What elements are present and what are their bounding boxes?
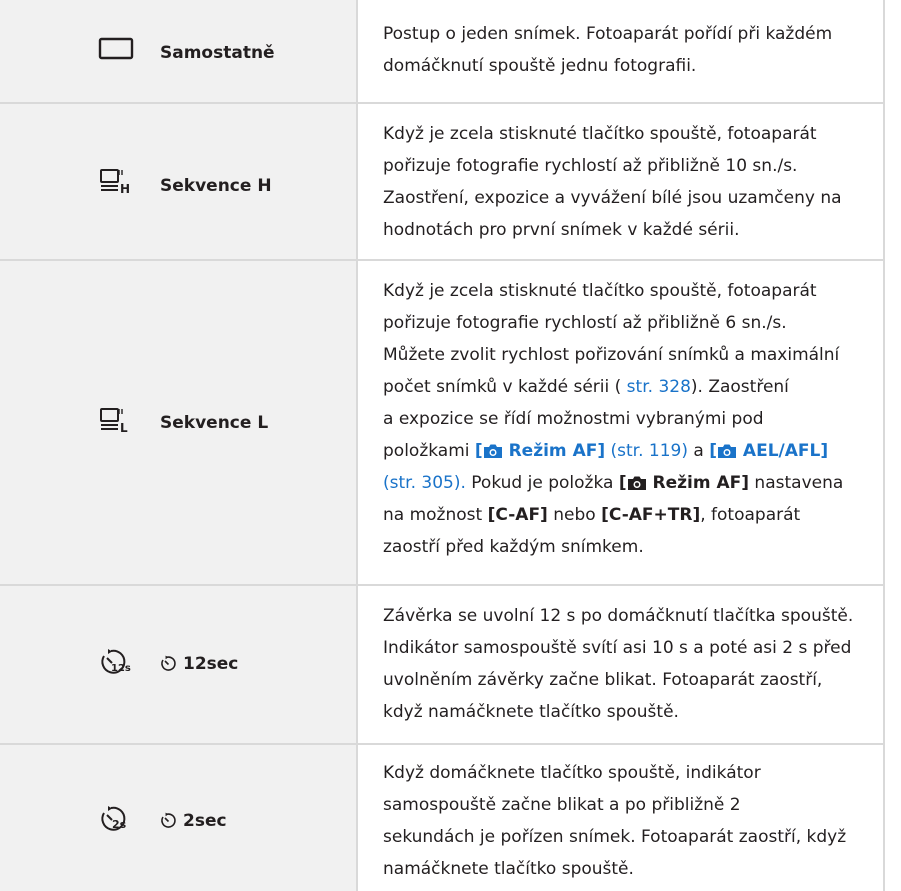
- description-line: pořizuje fotografie rychlostí až přibliž…: [383, 313, 787, 333]
- menu-label: Režim AF]: [502, 441, 606, 461]
- sequential-high-icon: H: [100, 169, 130, 196]
- camera-icon: [627, 476, 646, 490]
- text-segment: ). Zaostření: [690, 377, 789, 397]
- description-line: na možnost [C-AF] nebo [C-AF+TR], fotoap…: [383, 499, 878, 531]
- description-line: (str. 305). Pokud je položka [ Režim AF]…: [383, 467, 878, 499]
- description-line: Závěrka se uvolní 12 s po domáčknutí tla…: [383, 606, 854, 626]
- text-segment: nastavena: [749, 473, 844, 493]
- menu-label: AEL/AFL]: [737, 441, 829, 461]
- description-line: Když je zcela stisknuté tlačítko spouště…: [383, 124, 817, 144]
- single-frame-icon: [98, 37, 134, 60]
- text-segment: na možnost: [383, 505, 488, 525]
- table-edge: [883, 745, 885, 891]
- table-row: H Sekvence H Když je zcela stisknuté tla…: [0, 104, 885, 260]
- description-line: Když je zcela stisknuté tlačítko spouště…: [383, 281, 817, 301]
- column-divider: [356, 586, 358, 744]
- description-line: zaostří před každým snímkem.: [383, 537, 644, 557]
- menu-ref-af-mode: [ Režim AF]: [619, 473, 749, 493]
- table-row: 12s 12sec Závěrka se uvolní 12 s po domá…: [0, 586, 885, 744]
- table-edge: [883, 0, 885, 103]
- menu-ref-af-mode[interactable]: [ Režim AF]: [475, 441, 605, 461]
- description-line: Postup o jeden snímek. Fotoaparát pořídí…: [383, 24, 833, 44]
- column-divider: [356, 104, 358, 260]
- mode-name: 2sec: [160, 811, 227, 831]
- bracket: [: [709, 441, 717, 461]
- description-line: Indikátor samospouště svítí asi 10 s a p…: [383, 638, 852, 658]
- self-timer-2s-icon: 2s: [101, 806, 127, 831]
- text-segment: počet snímků v každé sérii (: [383, 377, 622, 397]
- sequential-low-icon: L: [100, 408, 128, 435]
- mode-name: Sekvence H: [160, 176, 272, 196]
- page-link[interactable]: str. 328: [621, 377, 691, 397]
- table-edge: [883, 104, 885, 260]
- description-line: Zaostření, expozice a vyvážení bílé jsou…: [383, 188, 842, 208]
- mode-description: Postup o jeden snímek. Fotoaparát pořídí…: [383, 18, 878, 82]
- description-line: Můžete zvolit rychlost pořizování snímků…: [383, 345, 840, 365]
- bracket: [: [618, 473, 627, 493]
- table-edge: [883, 261, 885, 585]
- camera-icon: [483, 444, 502, 458]
- description-line: když namáčknete tlačítko spouště.: [383, 702, 679, 722]
- description-line: samospouště začne blikat a po přibližně …: [383, 795, 741, 815]
- description-line: Když domáčknete tlačítko spouště, indiká…: [383, 763, 761, 783]
- option-label: [C-AF]: [487, 505, 548, 525]
- table-row: L Sekvence L Když je zcela stisknuté tla…: [0, 261, 885, 585]
- svg-text:H: H: [120, 182, 130, 196]
- description-line: domáčknutí spouště jednu fotografii.: [383, 56, 697, 76]
- mode-name-label: 2sec: [183, 811, 227, 831]
- page-link[interactable]: (str. 305).: [383, 473, 466, 493]
- column-divider: [356, 745, 358, 891]
- self-timer-icon: [161, 812, 176, 828]
- mode-name: Sekvence L: [160, 413, 269, 433]
- self-timer-icon: [161, 655, 176, 671]
- mode-description: Když je zcela stisknuté tlačítko spouště…: [383, 275, 878, 563]
- table-edge: [883, 586, 885, 744]
- description-line: počet snímků v každé sérii ( str. 328). …: [383, 371, 878, 403]
- description-line: pořizuje fotografie rychlostí až přibliž…: [383, 156, 798, 176]
- self-timer-12s-icon: 12s: [101, 649, 131, 674]
- text-segment: , fotoaparát: [700, 505, 801, 525]
- mode-description: Když je zcela stisknuté tlačítko spouště…: [383, 118, 878, 246]
- bracket: [: [474, 441, 483, 461]
- description-line: namáčknete tlačítko spouště.: [383, 859, 634, 879]
- mode-description: Když domáčknete tlačítko spouště, indiká…: [383, 757, 878, 885]
- svg-text:2s: 2s: [112, 818, 127, 831]
- table-row: Samostatně Postup o jeden snímek. Fotoap…: [0, 0, 885, 103]
- page-link[interactable]: (str. 119): [605, 441, 688, 461]
- column-divider: [356, 261, 358, 585]
- mode-name-label: 12sec: [183, 654, 239, 674]
- description-line: a expozice se řídí možnostmi vybranými p…: [383, 409, 764, 429]
- camera-icon: [718, 444, 736, 458]
- description-line: položkami [ Režim AF] (str. 119) a [ AEL…: [383, 435, 878, 467]
- column-divider: [356, 0, 358, 103]
- mode-description: Závěrka se uvolní 12 s po domáčknutí tla…: [383, 600, 878, 728]
- description-line: sekundách je pořízen snímek. Fotoaparát …: [383, 827, 847, 847]
- description-line: uvolněním závěrky začne blikat. Fotoapar…: [383, 670, 823, 690]
- text-segment: Pokud je položka: [465, 473, 619, 493]
- text-segment: a: [687, 441, 710, 461]
- menu-label: Režim AF]: [646, 473, 750, 493]
- mode-name: 12sec: [160, 654, 238, 674]
- svg-text:12s: 12s: [111, 663, 131, 674]
- text-segment: položkami: [383, 441, 475, 461]
- description-line: hodnotách pro první snímek v každé sérii…: [383, 220, 740, 240]
- svg-text:L: L: [120, 421, 128, 435]
- text-segment: nebo: [547, 505, 602, 525]
- menu-ref-ael-afl[interactable]: [ AEL/AFL]: [709, 441, 828, 461]
- mode-name: Samostatně: [160, 43, 275, 63]
- option-label: [C-AF+TR]: [601, 505, 701, 525]
- table-row: 2s 2sec Když domáčknete tlačítko spouště…: [0, 745, 885, 891]
